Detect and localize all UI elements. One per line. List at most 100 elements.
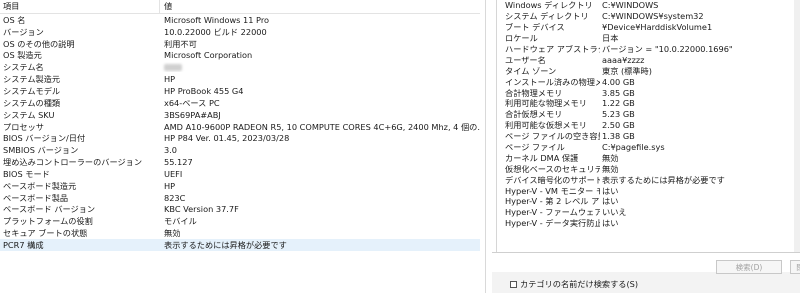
- table-row[interactable]: システムモデル HP ProBook 455 G4: [0, 85, 480, 97]
- row-item-value: 東京 (標準時): [602, 65, 652, 76]
- column-header-item[interactable]: 項目: [0, 0, 160, 13]
- table-row[interactable]: Hyper-V - データ実行防止 はい: [492, 218, 800, 229]
- table-row[interactable]: SMBIOS バージョン 3.0: [0, 144, 480, 156]
- left-row-list: OS 名 Microsoft Windows 11 Pro バージョン 10.0.22…: [0, 14, 480, 251]
- row-item-label: OS のその他の説明: [3, 38, 75, 49]
- row-item-value: C:¥WINDOWS¥system32: [602, 11, 704, 22]
- table-row[interactable]: 利用可能な仮想メモリ 2.50 GB: [492, 120, 800, 131]
- table-row[interactable]: Hyper-V - VM モニター モード拡張...はい: [492, 185, 800, 196]
- row-item-value: 1.38 GB: [602, 131, 635, 142]
- row-item-value: 3.85 GB: [602, 87, 635, 98]
- table-row[interactable]: ページ ファイル C:¥pagefile.sys: [492, 142, 800, 153]
- category-only-checkbox[interactable]: [510, 280, 517, 288]
- row-item-label: ベースボード製造元: [3, 180, 77, 191]
- table-row[interactable]: インストール済みの物理メモリ (RAM)4.00 GB: [492, 76, 800, 87]
- row-item-label: システム製造元: [3, 74, 61, 85]
- table-row[interactable]: ブート デバイス ¥Device¥HarddiskVolume1: [492, 22, 800, 33]
- row-item-label: セキュア ブートの状態: [3, 228, 88, 239]
- table-row[interactable]: バージョン 10.0.22000 ビルド 22000: [0, 26, 480, 38]
- row-item-value: 1.22 GB: [602, 98, 635, 109]
- table-row[interactable]: デバイス暗号化のサポート 表示するためには昇格が必要です: [492, 174, 800, 185]
- right-row-list: Windows ディレクトリ C:¥WINDOWS システム ディレクトリ C:¥WI…: [492, 0, 800, 252]
- vertical-scrollbar[interactable]: [794, 0, 800, 252]
- table-row[interactable]: システム名: [0, 61, 480, 73]
- table-row[interactable]: OS のその他の説明 利用不可: [0, 38, 480, 50]
- column-header-value[interactable]: 値: [160, 0, 480, 13]
- row-item-value: 3BS69PA#ABJ: [164, 109, 221, 120]
- close-button[interactable]: 閉: [790, 260, 800, 274]
- table-row[interactable]: Hyper-V - ファームウェアで仮想化が...いいえ: [492, 207, 800, 218]
- table-row[interactable]: ベースボード製品 823C: [0, 192, 480, 204]
- row-item-label: システム名: [3, 62, 44, 73]
- table-row[interactable]: システム製造元 HP: [0, 73, 480, 85]
- search-button[interactable]: 検索(D): [716, 260, 782, 274]
- table-row[interactable]: ページ ファイルの空き容量 1.38 GB: [492, 131, 800, 142]
- row-item-label: プラットフォームの役割: [3, 216, 93, 227]
- row-item-label: OS 製造元: [3, 50, 42, 61]
- row-item-value: 表示するためには昇格が必要です: [164, 239, 287, 250]
- table-row[interactable]: ハードウェア アブストラクション レイヤーバージョン = "10.0.22000…: [492, 44, 800, 55]
- table-row[interactable]: 合計物理メモリ 3.85 GB: [492, 87, 800, 98]
- row-item-value: モバイル: [164, 216, 197, 227]
- row-item-value: 10.0.22000 ビルド 22000: [164, 26, 267, 37]
- row-item-value: Microsoft Windows 11 Pro: [164, 14, 270, 25]
- row-item-value: はい: [602, 218, 619, 229]
- row-item-label: システム SKU: [3, 109, 55, 120]
- row-item-label: Hyper-V - データ実行防止: [505, 218, 600, 229]
- column-header-row: 項目 値: [0, 0, 480, 14]
- category-only-label: カテゴリの名前だけ検索する(S): [520, 279, 639, 289]
- row-item-value: HP P84 Ver. 01.45, 2023/03/28: [164, 133, 290, 144]
- table-row[interactable]: システムの種類 x64-ベース PC: [0, 97, 480, 109]
- row-item-value: 利用不可: [164, 38, 197, 49]
- table-row[interactable]: Hyper-V - 第 2 レベル アドレス変...はい: [492, 196, 800, 207]
- table-row[interactable]: プロセッサ AMD A10-9600P RADEON R5, 10 COMPUTE…: [0, 121, 480, 133]
- row-item-label: BIOS モード: [3, 168, 50, 179]
- table-row[interactable]: プラットフォームの役割 モバイル: [0, 215, 480, 227]
- pane-gap: [480, 0, 492, 293]
- row-item-value: バージョン = "10.0.22000.1696": [602, 44, 733, 55]
- table-row[interactable]: 埋め込みコントローラーのバージョン 55.127: [0, 156, 480, 168]
- table-row[interactable]: セキュア ブートの状態 無効: [0, 227, 480, 239]
- table-row[interactable]: BIOS バージョン/日付 HP P84 Ver. 01.45, 2023/03/…: [0, 132, 480, 144]
- table-row[interactable]: システム SKU 3BS69PA#ABJ: [0, 109, 480, 121]
- row-item-value: C:¥WINDOWS: [602, 0, 659, 11]
- row-item-value: 823C: [164, 192, 186, 203]
- row-item-value: ¥Device¥HarddiskVolume1: [602, 22, 713, 33]
- table-row[interactable]: BIOS モード UEFI: [0, 168, 480, 180]
- row-item-value: KBC Version 37.7F: [164, 204, 239, 215]
- system-summary-left-pane: 項目 値 OS 名 Microsoft Windows 11 Pro バージョン 10…: [0, 0, 480, 293]
- table-row[interactable]: カーネル DMA 保護 無効: [492, 152, 800, 163]
- table-row[interactable]: システム ディレクトリ C:¥WINDOWS¥system32: [492, 11, 800, 22]
- row-item-value: Microsoft Corporation: [164, 50, 253, 61]
- row-item-label: 埋め込みコントローラーのバージョン: [3, 157, 143, 168]
- row-item-label: プロセッサ: [3, 121, 44, 132]
- table-row[interactable]: OS 名 Microsoft Windows 11 Pro: [0, 14, 480, 26]
- table-row[interactable]: 合計仮想メモリ 5.23 GB: [492, 109, 800, 120]
- row-item-label: システムモデル: [3, 85, 61, 96]
- table-row[interactable]: OS 製造元 Microsoft Corporation: [0, 50, 480, 62]
- table-row[interactable]: ベースボード バージョン KBC Version 37.7F: [0, 204, 480, 216]
- row-item-value: aaaa¥zzzz: [602, 54, 645, 65]
- table-row[interactable]: 利用可能な物理メモリ 1.22 GB: [492, 98, 800, 109]
- row-item-label: ベースボード製品: [3, 192, 69, 203]
- system-summary-right-pane: Windows ディレクトリ C:¥WINDOWS システム ディレクトリ C:¥WI…: [492, 0, 800, 293]
- table-row[interactable]: Windows ディレクトリ C:¥WINDOWS: [492, 0, 800, 11]
- row-item-label: システムの種類: [3, 97, 61, 108]
- list-left-border: [496, 0, 497, 252]
- row-item-label: バージョン: [3, 26, 44, 37]
- table-row[interactable]: PCR7 構成 表示するためには昇格が必要です: [0, 239, 480, 251]
- row-item-value: C:¥pagefile.sys: [602, 142, 665, 153]
- table-row[interactable]: ロケール 日本: [492, 33, 800, 44]
- table-row[interactable]: タイム ゾーン 東京 (標準時): [492, 65, 800, 76]
- table-row[interactable]: ユーザー名 aaaa¥zzzz: [492, 54, 800, 65]
- row-item-value: x64-ベース PC: [164, 97, 220, 108]
- row-item-value: AMD A10-9600P RADEON R5, 10 COMPUTE CORE…: [164, 121, 480, 132]
- table-row[interactable]: 仮想化ベースのセキュリティ 無効: [492, 163, 800, 174]
- row-item-value: 無効: [164, 228, 181, 239]
- category-only-option[interactable]: カテゴリの名前だけ検索する(S): [510, 278, 638, 290]
- row-item-value: 5.23 GB: [602, 109, 635, 120]
- right-rows: Windows ディレクトリ C:¥WINDOWS システム ディレクトリ C:¥WI…: [492, 0, 800, 229]
- table-row[interactable]: ベースボード製造元 HP: [0, 180, 480, 192]
- row-item-label: PCR7 構成: [3, 239, 44, 250]
- row-item-label: OS 名: [3, 14, 26, 25]
